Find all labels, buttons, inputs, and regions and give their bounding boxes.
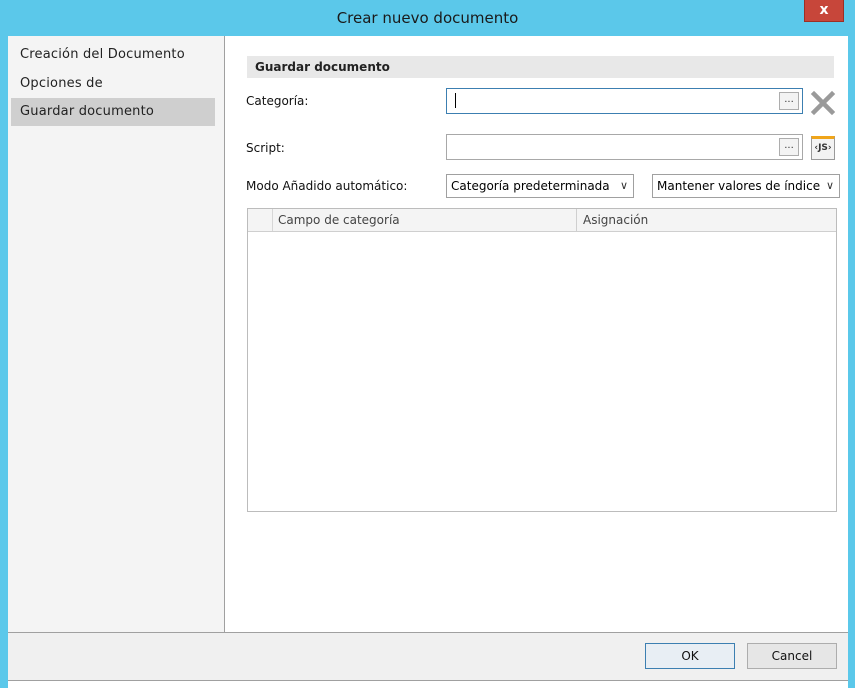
script-browse-button[interactable]: ... <box>779 138 799 156</box>
auto-add-select-value: Categoría predeterminada <box>451 179 610 193</box>
section-title: Guardar documento <box>247 56 834 78</box>
button-bar: OK Cancel <box>8 633 848 680</box>
column-header-campo[interactable]: Campo de categoría <box>272 209 577 231</box>
row-selector-header <box>248 209 273 231</box>
window-title: Crear nuevo documento <box>336 9 519 27</box>
text-caret <box>455 93 456 108</box>
dialog-body: Creación del Documento Opciones de almac… <box>8 36 848 680</box>
script-field[interactable]: ... <box>446 134 803 160</box>
index-select-value: Mantener valores de índice <box>657 179 821 193</box>
nav-item-creacion[interactable]: Creación del Documento <box>11 41 215 69</box>
auto-add-label: Modo Añadido automático: <box>246 179 408 193</box>
close-icon: x <box>819 2 829 18</box>
auto-add-select[interactable]: Categoría predeterminada ∨ <box>446 174 634 198</box>
grid-header: Campo de categoría Asignación <box>248 209 836 232</box>
category-field[interactable]: ... <box>446 88 803 114</box>
ok-button[interactable]: OK <box>645 643 735 669</box>
column-header-asignacion[interactable]: Asignación <box>577 209 836 231</box>
cancel-button[interactable]: Cancel <box>747 643 837 669</box>
category-browse-button[interactable]: ... <box>779 92 799 110</box>
index-select[interactable]: Mantener valores de índice ∨ <box>652 174 840 198</box>
category-mapping-grid[interactable]: Campo de categoría Asignación <box>247 208 837 512</box>
close-button[interactable]: x <box>804 0 844 22</box>
title-bar: Crear nuevo documento x <box>0 0 855 36</box>
wizard-nav: Creación del Documento Opciones de almac… <box>8 36 225 633</box>
content-panel: Guardar documento Categoría: ... Script:… <box>225 36 848 633</box>
category-label: Categoría: <box>246 94 309 108</box>
nav-item-guardar[interactable]: Guardar documento <box>11 98 215 126</box>
script-label: Script: <box>246 141 285 155</box>
javascript-icon[interactable]: ‹JS› <box>811 136 835 160</box>
clear-x-icon[interactable] <box>810 90 836 116</box>
chevron-down-icon: ∨ <box>619 179 628 192</box>
nav-item-almacenamiento[interactable]: Opciones de almacenamiento <box>11 70 215 119</box>
chevron-down-icon: ∨ <box>825 179 834 192</box>
